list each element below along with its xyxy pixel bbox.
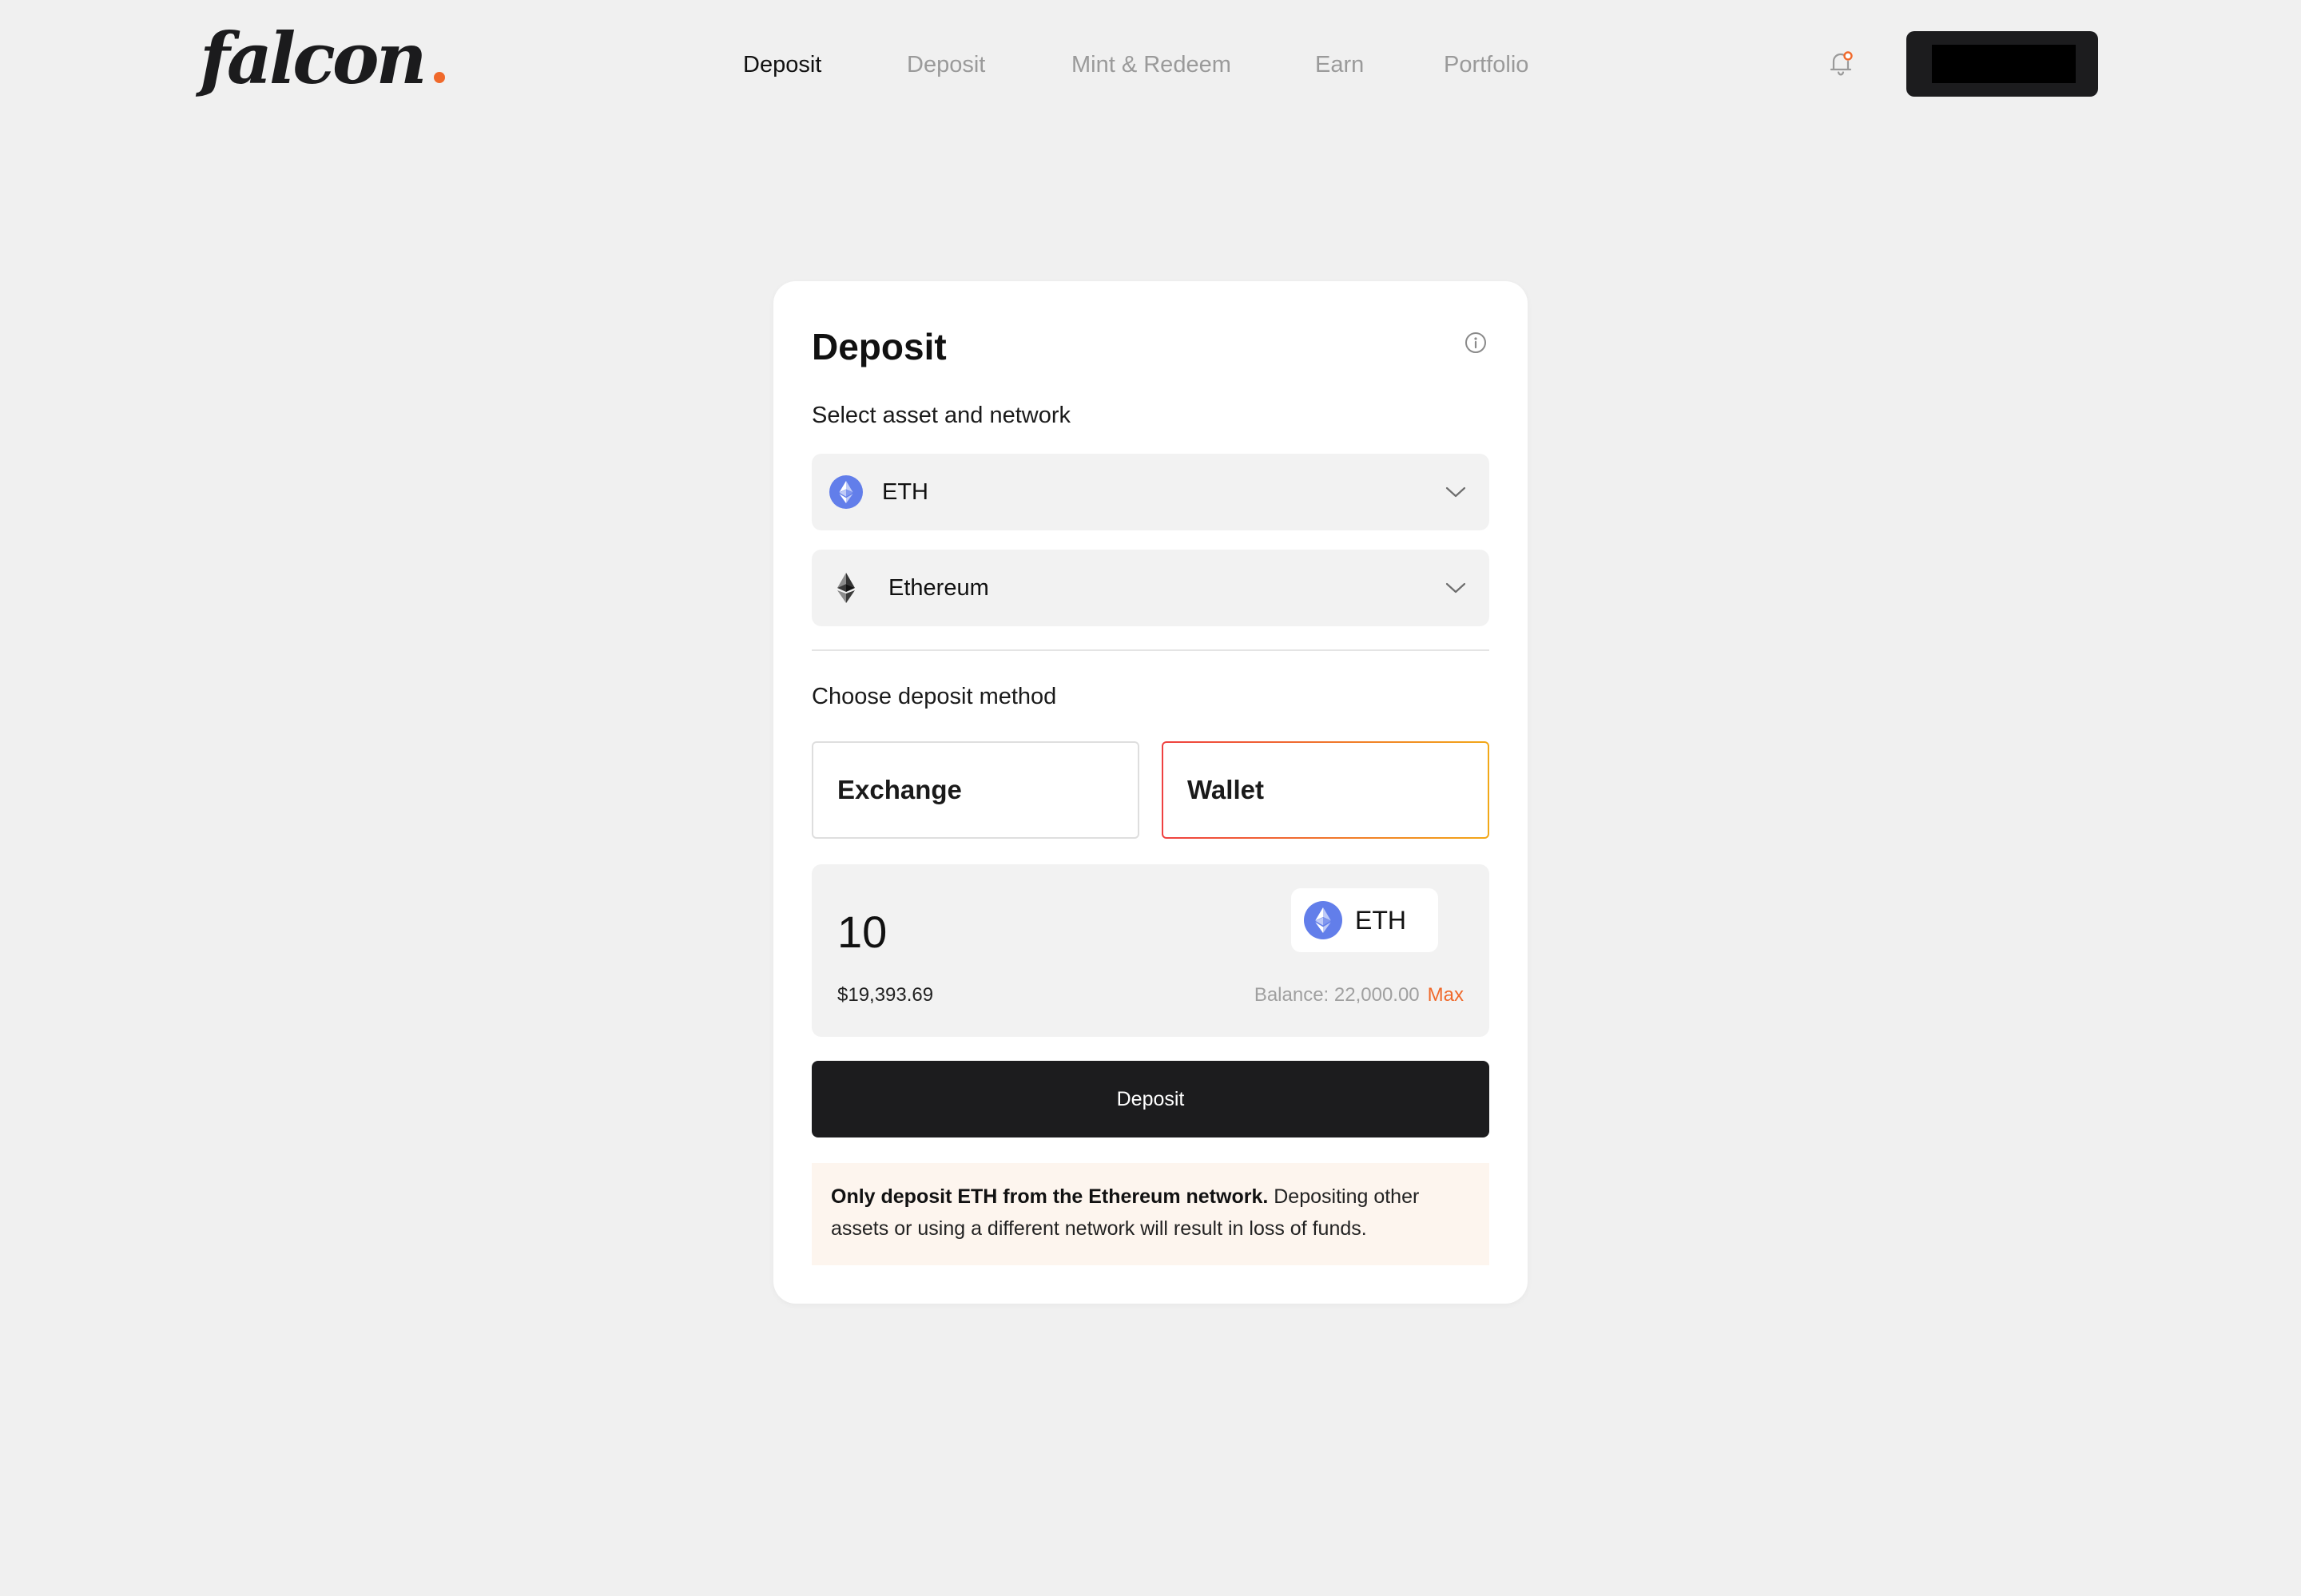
method-section-label: Choose deposit method — [812, 684, 1057, 709]
chevron-down-icon — [1445, 482, 1467, 502]
amount-input[interactable] — [837, 899, 1237, 963]
asset-select-value: ETH — [882, 479, 928, 505]
usd-value: $19,393.69 — [837, 984, 934, 1006]
asset-section-label: Select asset and network — [812, 403, 1071, 428]
section-divider — [812, 649, 1489, 651]
eth-token-icon — [1304, 901, 1342, 939]
network-select[interactable]: Ethereum — [812, 550, 1489, 626]
max-button[interactable]: Max — [1428, 984, 1464, 1006]
network-select-value: Ethereum — [888, 575, 989, 601]
amount-box: $19,393.69 ETH Balance: 22,000 — [812, 864, 1489, 1037]
token-label: ETH — [1355, 906, 1406, 935]
method-option-wallet[interactable]: Wallet — [1162, 741, 1489, 839]
nav-item-portfolio[interactable]: Portfolio — [1444, 40, 1528, 89]
method-label-exchange: Exchange — [837, 775, 962, 804]
bell-icon[interactable] — [1823, 46, 1858, 81]
ethereum-network-icon — [829, 571, 863, 605]
nav-item-deposit-active[interactable]: Deposit — [743, 40, 821, 89]
chevron-down-icon — [1445, 578, 1467, 598]
card-title: Deposit — [812, 326, 947, 367]
eth-token-icon — [829, 475, 863, 509]
method-label-wallet: Wallet — [1187, 775, 1264, 804]
nav-item-mint-redeem[interactable]: Mint & Redeem — [1071, 40, 1231, 89]
token-selector[interactable]: ETH — [1291, 888, 1438, 952]
nav-item-earn[interactable]: Earn — [1315, 40, 1364, 89]
page: falcon Deposit Deposit Mint & Redeem Ear… — [0, 0, 2301, 1596]
deposit-card: Deposit Select asset and network ETH Eth… — [773, 281, 1528, 1304]
connected-wallet-button[interactable] — [1906, 31, 2098, 97]
asset-select[interactable]: ETH — [812, 454, 1489, 530]
balance-row: Balance: 22,000.00 Max — [1254, 983, 1464, 1008]
top-header: falcon Deposit Deposit Mint & Redeem Ear… — [0, 0, 2301, 128]
info-icon[interactable] — [1464, 331, 1488, 355]
notice-bold-text: Only deposit ETH from the Ethereum netwo… — [831, 1185, 1269, 1208]
deposit-submit-button[interactable]: Deposit — [812, 1061, 1489, 1137]
balance-text: Balance: 22,000.00 — [1254, 984, 1420, 1006]
network-warning-notice: Only deposit ETH from the Ethereum netwo… — [812, 1163, 1489, 1265]
redacted-wallet-address — [1932, 45, 2076, 83]
method-option-exchange[interactable]: Exchange — [812, 741, 1139, 839]
nav-item-deposit[interactable]: Deposit — [907, 40, 985, 89]
